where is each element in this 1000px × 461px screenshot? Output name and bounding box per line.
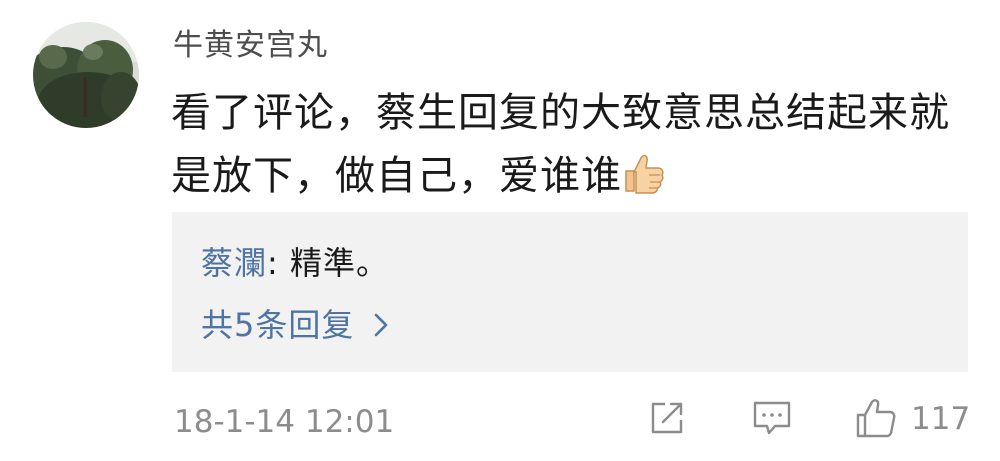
avatar[interactable] — [33, 22, 139, 128]
comment-button[interactable] — [751, 398, 793, 442]
thumbs-up-icon — [622, 151, 666, 194]
reply-line: 蔡瀾: 精準。 — [201, 242, 389, 284]
timestamp: 18-1-14 12:01 — [174, 404, 395, 440]
like-count: 117 — [911, 401, 971, 437]
reply-author[interactable]: 蔡瀾 — [201, 244, 267, 282]
chevron-right-icon — [375, 313, 388, 337]
comment-body: 看了评论，蔡生回复的大致意思总结起来就是放下，做自己，爱谁谁 — [171, 90, 950, 199]
username[interactable]: 牛黄安宫丸 — [173, 26, 328, 66]
comment-icon — [753, 401, 791, 435]
share-icon — [651, 402, 683, 434]
share-button[interactable] — [647, 398, 687, 442]
more-replies-label: 共5条回复 — [201, 306, 355, 344]
comment-text: 看了评论，蔡生回复的大致意思总结起来就是放下，做自己，爱谁谁 — [171, 82, 981, 208]
reply-box[interactable]: 蔡瀾: 精準。 共5条回复 — [172, 212, 968, 372]
reply-text: 精準。 — [289, 244, 389, 282]
like-icon — [856, 399, 896, 438]
more-replies-link[interactable]: 共5条回复 — [201, 304, 388, 346]
reply-separator: : — [267, 244, 290, 282]
like-button[interactable]: 117 — [855, 398, 970, 440]
